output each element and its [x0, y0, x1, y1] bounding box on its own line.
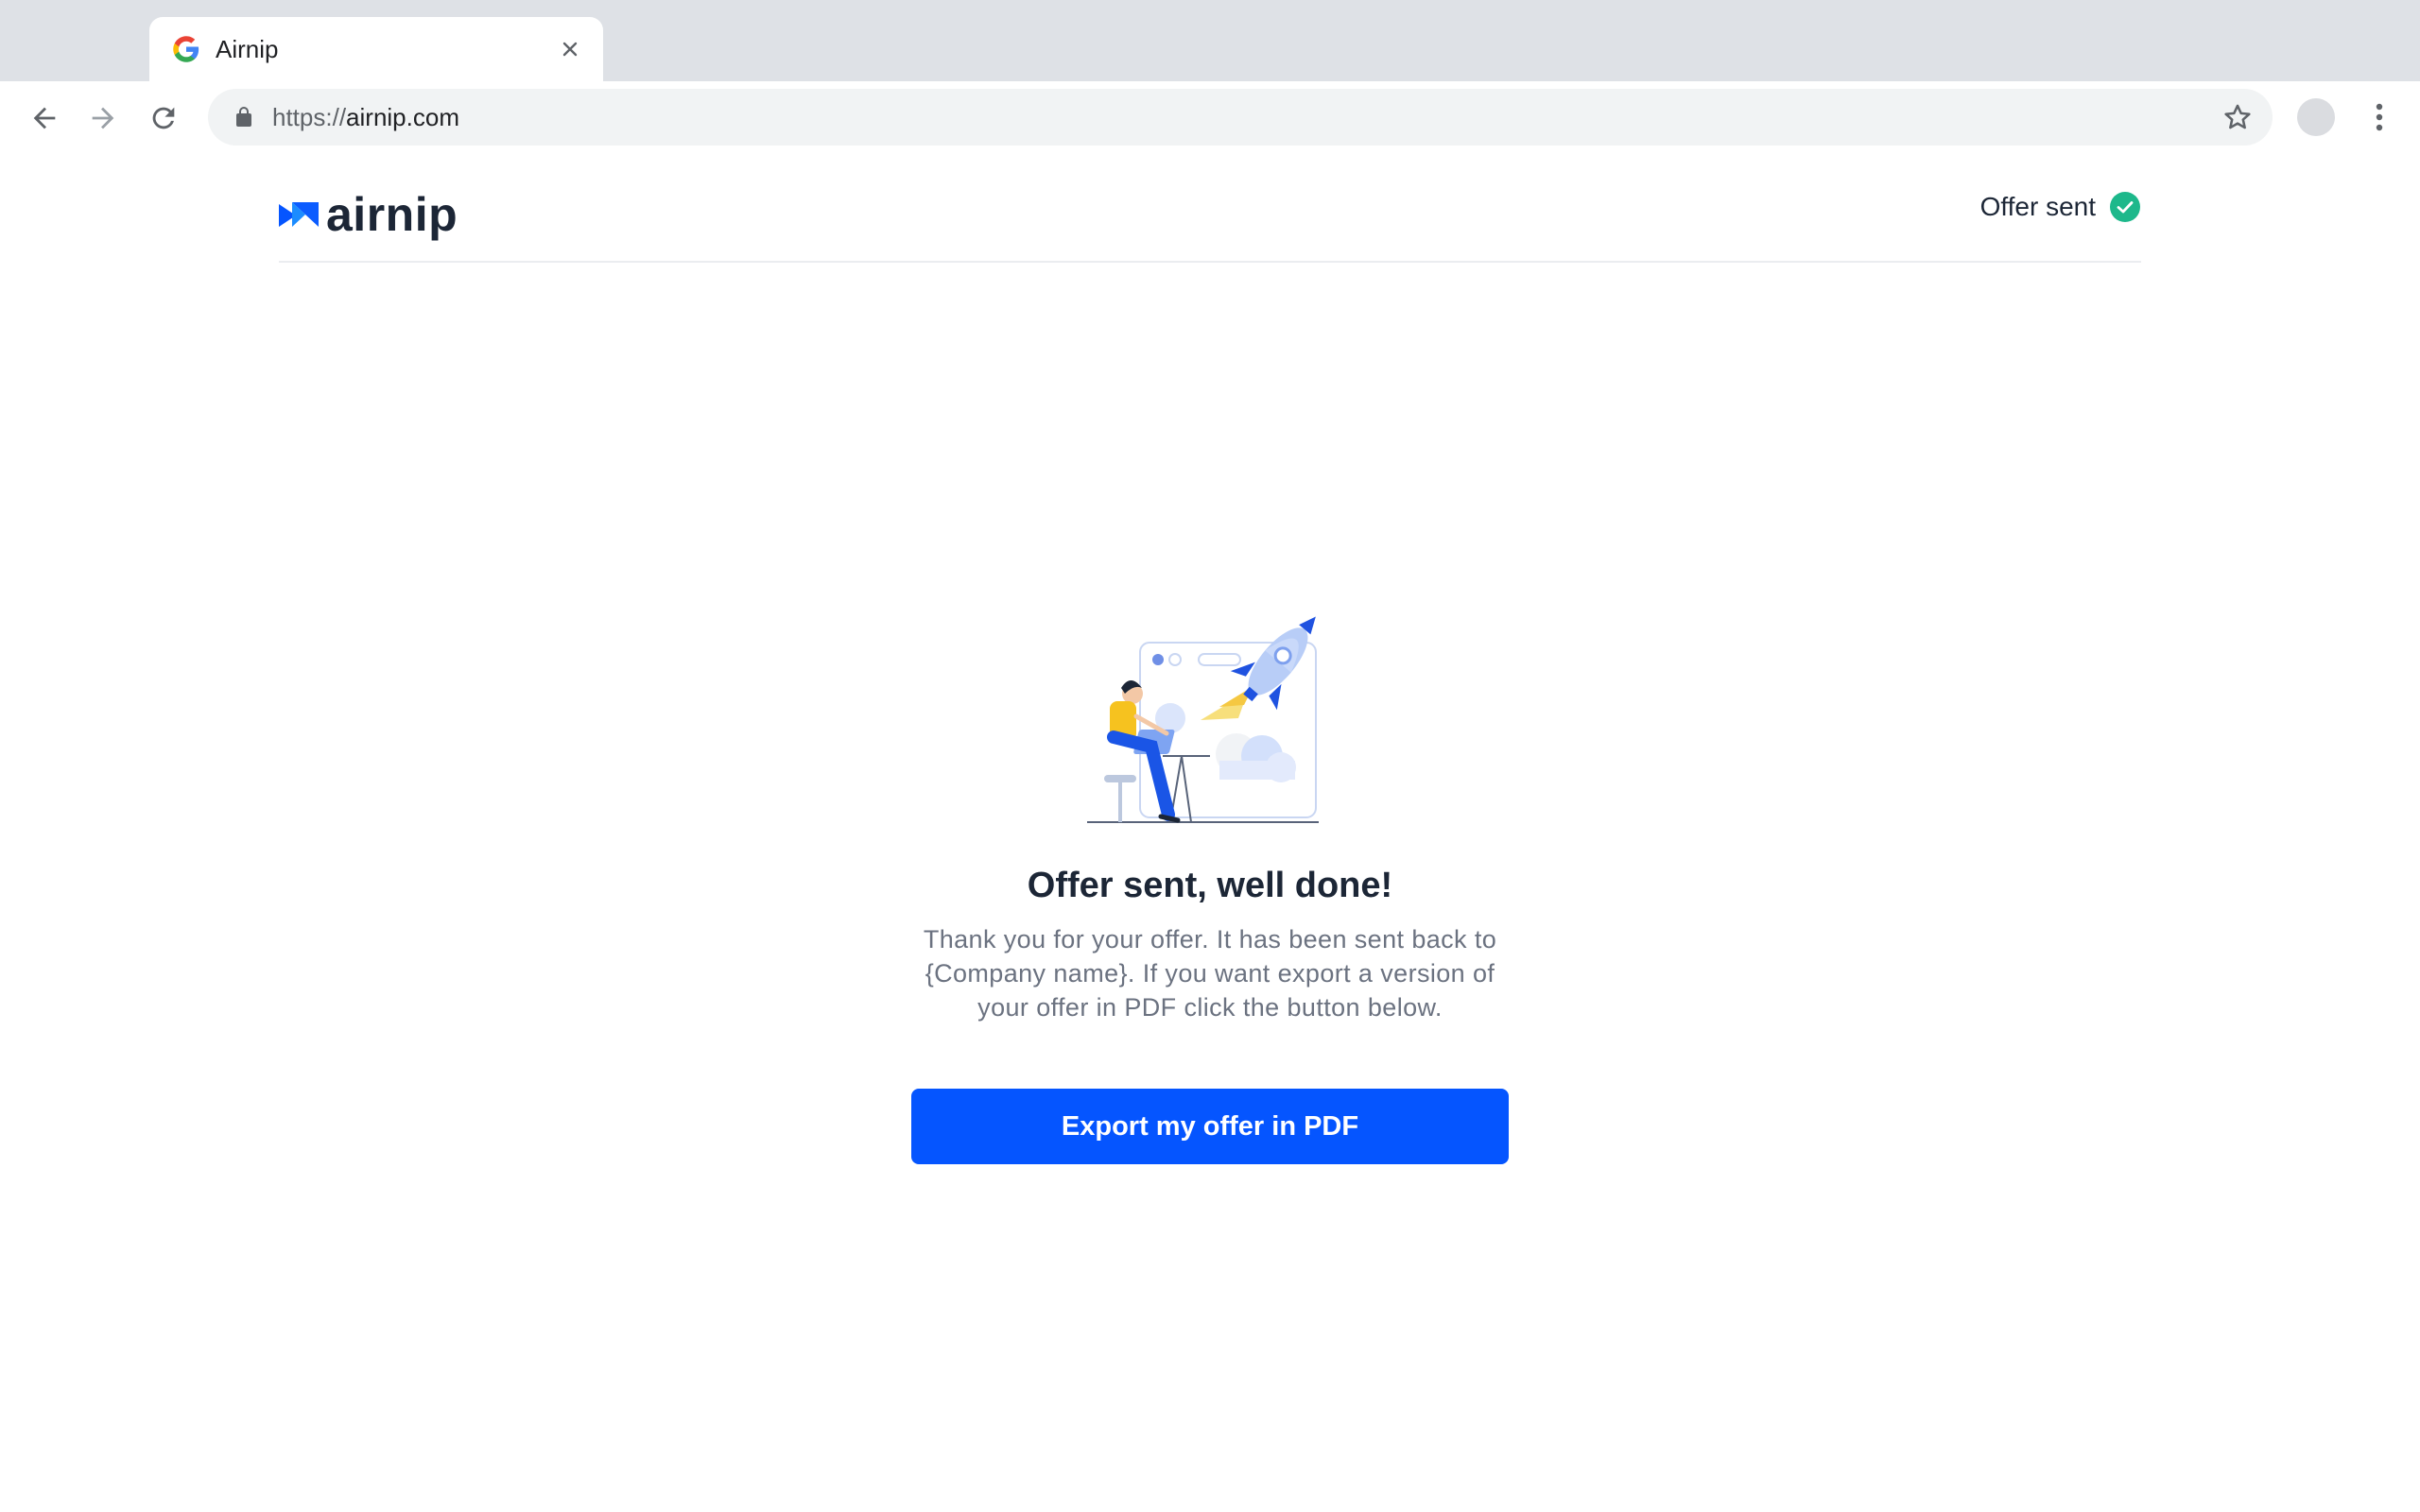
address-bar[interactable]: https://airnip.com [208, 89, 2273, 146]
airnip-logo-mark [279, 202, 319, 227]
close-icon[interactable] [556, 35, 584, 63]
url-scheme: https:// [272, 102, 347, 131]
url-text: https://airnip.com [272, 103, 2221, 132]
reload-icon[interactable] [144, 98, 183, 138]
google-favicon-icon [173, 36, 199, 62]
browser-tabstrip: Airnip [0, 0, 2420, 81]
status-label: Offer sent [1979, 192, 2096, 221]
back-arrow-icon[interactable] [25, 98, 64, 138]
forward-arrow-icon[interactable] [83, 98, 123, 138]
logo-text: airnip [326, 188, 458, 241]
rocket-launch-illustration [1087, 616, 1319, 823]
check-circle-icon [2110, 192, 2140, 222]
url-host: airnip.com [346, 102, 459, 131]
airnip-logo[interactable]: airnip [279, 187, 458, 242]
tab-title: Airnip [216, 34, 279, 63]
lock-icon [236, 107, 251, 127]
browser-tab[interactable]: Airnip [149, 17, 603, 81]
page-header: airnip Offer sent [279, 180, 2141, 263]
profile-avatar[interactable] [2297, 98, 2335, 136]
offer-status: Offer sent [1980, 191, 2141, 223]
confirmation-message: Thank you for your offer. It has been se… [923, 925, 1497, 1022]
browser-toolbar: https://airnip.com [0, 81, 2420, 153]
more-vert-icon[interactable] [2363, 98, 2395, 136]
page-title: Offer sent, well done! [1027, 866, 1393, 905]
export-pdf-button[interactable]: Export my offer in PDF [911, 1089, 1509, 1164]
star-icon[interactable] [2221, 101, 2254, 133]
